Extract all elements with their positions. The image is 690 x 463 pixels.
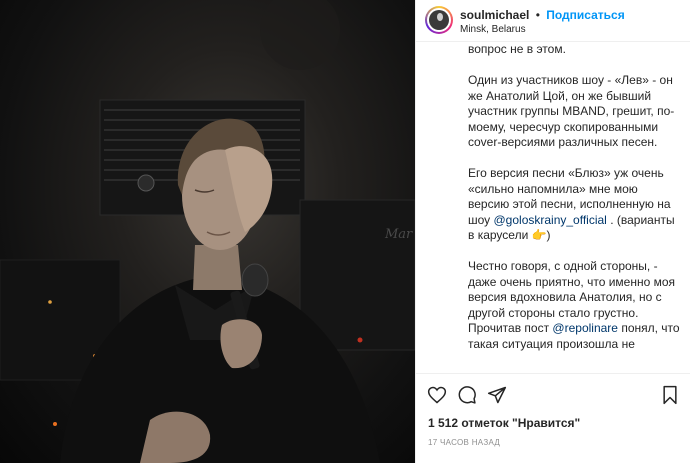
- location-link[interactable]: Minsk, Belarus: [460, 24, 526, 35]
- share-icon[interactable]: [487, 385, 507, 405]
- mention-link[interactable]: @repolinare: [552, 321, 618, 335]
- post-photo[interactable]: Mar: [0, 0, 415, 463]
- follow-button[interactable]: Подписаться: [546, 8, 624, 22]
- mention-link[interactable]: @goloskrainy_official: [494, 213, 607, 227]
- separator-dot: •: [535, 8, 540, 22]
- post-header: soulmichael • Подписаться Minsk, Belarus: [416, 0, 690, 42]
- username-row: soulmichael • Подписаться: [460, 8, 625, 22]
- comment-icon[interactable]: [457, 385, 477, 405]
- photo-illustration: Mar: [0, 0, 415, 463]
- caption-paragraph: Честно говоря, с одной стороны, - даже о…: [468, 259, 680, 352]
- caption-paragraph: Его версия песни «Блюз» уж очень «сильно…: [468, 166, 680, 244]
- caption-paragraph: вопрос не в этом.: [468, 42, 566, 56]
- caption-paragraph: Один из участников шоу - «Лев» - он же А…: [468, 73, 675, 149]
- likes-count[interactable]: 1 512 отметок "Нравится": [428, 416, 580, 430]
- avatar[interactable]: [425, 6, 453, 34]
- bookmark-icon[interactable]: [660, 385, 680, 405]
- post-side-panel: soulmichael • Подписаться Minsk, Belarus…: [415, 0, 690, 463]
- username-link[interactable]: soulmichael: [460, 8, 529, 22]
- caption-text: вопрос не в этом. Один из участников шоу…: [468, 42, 680, 373]
- svg-text:Mar: Mar: [384, 227, 413, 242]
- avatar-image: [429, 10, 449, 30]
- action-bar: 1 512 отметок "Нравится" 17 часов назад: [416, 373, 690, 463]
- heart-icon[interactable]: [427, 385, 447, 405]
- post-timestamp[interactable]: 17 часов назад: [428, 438, 500, 447]
